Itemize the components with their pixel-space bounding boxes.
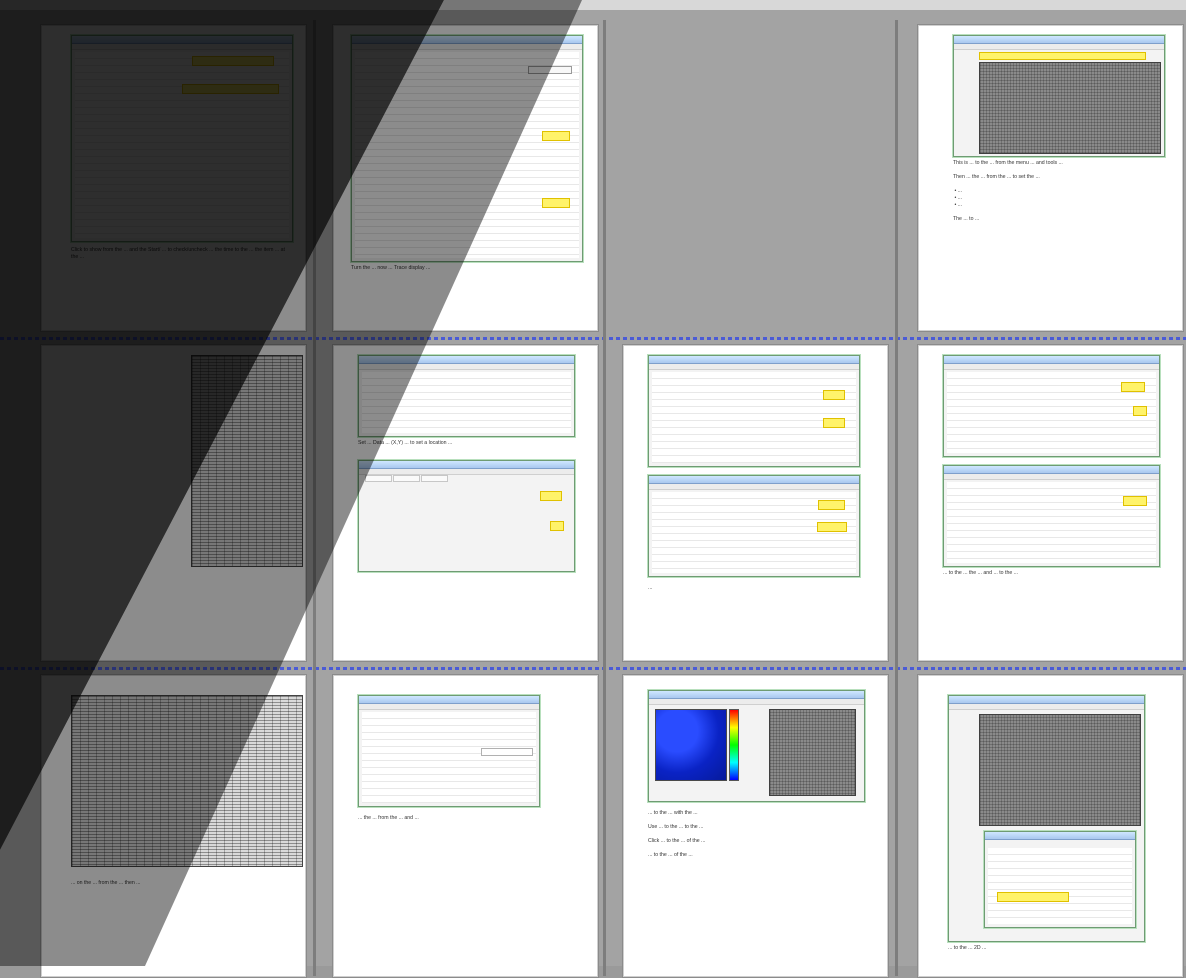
- window-titlebar: [359, 356, 574, 364]
- blue-heatmap-plot: [655, 709, 727, 781]
- print-preview-app: Click to show from the ... and the Start…: [0, 0, 1186, 978]
- seismic-trace-plot: [979, 714, 1141, 826]
- seismic-trace-plot: [769, 709, 856, 796]
- page-thumbnail-2[interactable]: Turn the ... now ... Trace display ...: [332, 24, 599, 332]
- highlight-mark: [542, 131, 570, 141]
- tab-mark: [421, 475, 448, 482]
- page-caption: [191, 573, 301, 633]
- page-caption: Set ... Data ... (X,Y) ... to set a loca…: [358, 440, 453, 446]
- screenshot-window-5b: [358, 460, 575, 572]
- window-menubar: [649, 484, 859, 490]
- screenshot-window-3: [953, 35, 1165, 157]
- page-thumbnail-8[interactable]: ... on the ... from the ... then ...: [40, 674, 307, 978]
- window-titlebar: [649, 476, 859, 484]
- screenshot-window-10: [648, 690, 865, 802]
- seismic-gather-plot: [71, 695, 303, 867]
- page-thumbnail-11[interactable]: ... to the ... 2D ...: [917, 674, 1184, 978]
- highlight-mark: [182, 84, 279, 94]
- page-thumbnail-7[interactable]: ... to the ... the ... and ... to the ..…: [917, 344, 1184, 662]
- window-form-rows: [362, 712, 536, 803]
- screenshot-window-6a: [648, 355, 860, 467]
- page-thumbnail-5[interactable]: Set ... Data ... (X,Y) ... to set a loca…: [332, 344, 599, 662]
- window-menubar: [944, 474, 1159, 480]
- page-caption: ... to the ... the ... and ... to the ..…: [943, 570, 1018, 576]
- window-titlebar: [72, 36, 292, 44]
- page-thumbnail-9[interactable]: ... the ... from the ... and ...: [332, 674, 599, 978]
- screenshot-window-6b: [648, 475, 860, 577]
- column-separator-2: [603, 20, 606, 976]
- highlight-mark: [823, 390, 845, 400]
- window-menubar: [352, 44, 582, 50]
- window-form-rows: [988, 848, 1132, 924]
- dense-chart: [191, 355, 303, 567]
- highlight-mark: [192, 56, 274, 66]
- highlight-mark: [542, 198, 570, 208]
- highlight-mark: [1121, 382, 1145, 392]
- nested-dialog: [984, 831, 1136, 928]
- window-menubar: [649, 364, 859, 370]
- window-titlebar: [359, 461, 574, 469]
- column-separator-1: [313, 20, 316, 976]
- window-titlebar: [649, 691, 864, 699]
- tab-mark: [393, 475, 420, 482]
- page-caption: ... to the ... with the ... Use ... to t…: [648, 810, 706, 858]
- highlight-mark: [1123, 496, 1147, 506]
- screenshot-window-5a: [358, 355, 575, 437]
- window-menubar: [649, 699, 864, 705]
- window-menubar: [72, 44, 292, 50]
- page-thumbnail-3[interactable]: This is ... to the ... from the menu ...…: [917, 24, 1184, 332]
- highlight-mark: [997, 892, 1069, 902]
- screenshot-window-2: [351, 35, 583, 262]
- window-menubar: [359, 364, 574, 370]
- window-titlebar: [985, 832, 1135, 840]
- highlight-mark: [979, 52, 1146, 60]
- screenshot-window-1: [71, 35, 293, 242]
- highlight-mark: [550, 521, 564, 531]
- page-break-separator-1: [0, 337, 1186, 340]
- highlight-mark: [817, 522, 847, 532]
- page-caption: Turn the ... now ... Trace display ...: [351, 265, 431, 271]
- highlight-mark: [540, 491, 562, 501]
- page-break-separator-2: [0, 667, 1186, 670]
- highlight-mark: [1133, 406, 1147, 416]
- window-titlebar: [944, 466, 1159, 474]
- tab-mark: [365, 475, 392, 482]
- window-titlebar: [359, 696, 539, 704]
- window-titlebar: [949, 696, 1144, 704]
- page-caption: ... on the ... from the ... then ...: [71, 880, 141, 886]
- window-titlebar: [944, 356, 1159, 364]
- window-form-rows: [355, 52, 579, 258]
- button-mark: [528, 66, 572, 74]
- screenshot-window-9: [358, 695, 540, 807]
- window-form-rows: [362, 372, 571, 433]
- highlight-mark: [818, 500, 845, 510]
- window-menubar: [944, 364, 1159, 370]
- page-caption: ...: [648, 585, 653, 591]
- window-titlebar: [352, 36, 582, 44]
- window-titlebar: [649, 356, 859, 364]
- screenshot-window-11: [948, 695, 1145, 942]
- page-thumbnail-6[interactable]: ...: [622, 344, 889, 662]
- page-caption: ... the ... from the ... and ...: [358, 815, 419, 821]
- page-caption: ... to the ... 2D ...: [948, 945, 987, 951]
- window-titlebar: [954, 36, 1164, 44]
- column-separator-3: [895, 20, 898, 976]
- window-form-rows: [947, 482, 1156, 563]
- highlight-mark: [823, 418, 845, 428]
- page-thumbnail-grid[interactable]: Click to show from the ... and the Start…: [0, 10, 1186, 978]
- page-caption: This is ... to the ... from the menu ...…: [953, 160, 1063, 222]
- window-menubar: [359, 704, 539, 710]
- window-form-rows: [75, 52, 289, 238]
- seismic-trace-plot: [979, 62, 1161, 154]
- colorbar: [729, 709, 739, 781]
- page-thumbnail-1[interactable]: Click to show from the ... and the Start…: [40, 24, 307, 332]
- window-menubar: [949, 704, 1144, 710]
- screenshot-window-7b: [943, 465, 1160, 567]
- window-menubar: [954, 44, 1164, 50]
- page-caption: Click to show from the ... and the Start…: [71, 247, 287, 260]
- field-mark: [481, 748, 533, 756]
- screenshot-window-7a: [943, 355, 1160, 457]
- page-thumbnail-10[interactable]: ... to the ... with the ... Use ... to t…: [622, 674, 889, 978]
- page-thumbnail-4[interactable]: [40, 344, 307, 662]
